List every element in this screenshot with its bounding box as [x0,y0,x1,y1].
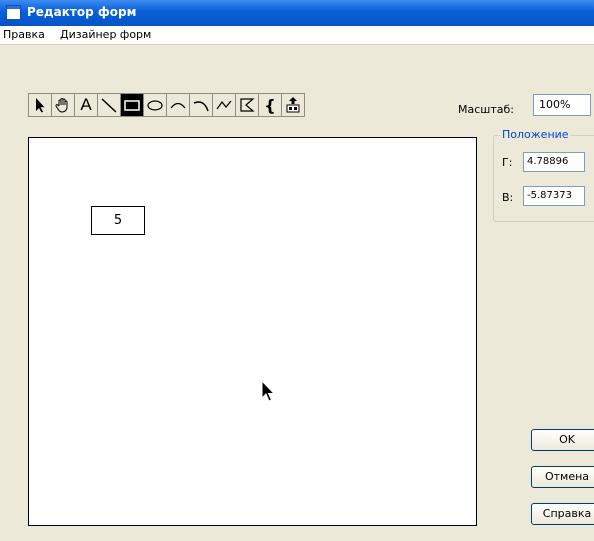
select-arrow-icon [36,98,45,113]
image-insert-icon [286,97,300,113]
curve-tool-icon [193,101,209,112]
menu-form-designer[interactable]: Дизайнер форм [57,28,154,41]
vertical-label: В: [502,191,514,204]
form-canvas[interactable]: 5 [28,137,477,526]
arc-tool-button[interactable] [166,93,190,117]
mouse-cursor-icon [261,380,276,402]
cancel-button[interactable]: Отмена [531,466,594,488]
line-tool-icon [101,98,117,113]
polygon-tool-button[interactable] [235,93,259,117]
select-tool-button[interactable] [28,93,52,117]
polyline-tool-button[interactable] [212,93,236,117]
image-insert-button[interactable] [281,93,305,117]
ellipse-tool-icon [147,100,163,111]
line-tool-button[interactable] [97,93,121,117]
polygon-tool-icon [240,98,255,112]
rectangle-tool-button[interactable] [120,93,144,117]
position-legend: Положение [500,128,571,141]
scale-input[interactable]: 100% [533,94,591,116]
arc-tool-icon [170,102,186,109]
horizontal-label: Г: [502,156,513,169]
vertical-input[interactable]: -5.87373 [523,186,585,206]
menu-edit[interactable]: Правка [0,28,48,41]
text-tool-button[interactable]: A [74,93,98,117]
hand-tool-button[interactable] [51,93,75,117]
polyline-tool-icon [216,100,232,110]
drawing-toolbar: A { [28,93,305,117]
scale-label: Масштаб: [458,103,514,116]
rectangle-tool-icon [124,100,140,111]
hand-pan-icon [55,98,68,113]
ellipse-tool-button[interactable] [143,93,167,117]
window-title: Редактор форм [27,5,137,19]
brace-tool-button[interactable]: { [258,93,282,117]
text-tool-icon: A [80,95,92,114]
menu-bar: Правка Дизайнер форм [0,26,594,45]
window-icon [6,5,21,20]
help-button[interactable]: Справка [531,503,594,525]
title-bar: Редактор форм [0,0,594,26]
horizontal-input[interactable]: 4.78896 [523,152,585,172]
form-text-box[interactable]: 5 [91,206,145,235]
brace-tool-icon: { [264,95,276,115]
ok-button[interactable]: OK [531,429,594,451]
position-group [493,135,594,222]
curve-tool-button[interactable] [189,93,213,117]
